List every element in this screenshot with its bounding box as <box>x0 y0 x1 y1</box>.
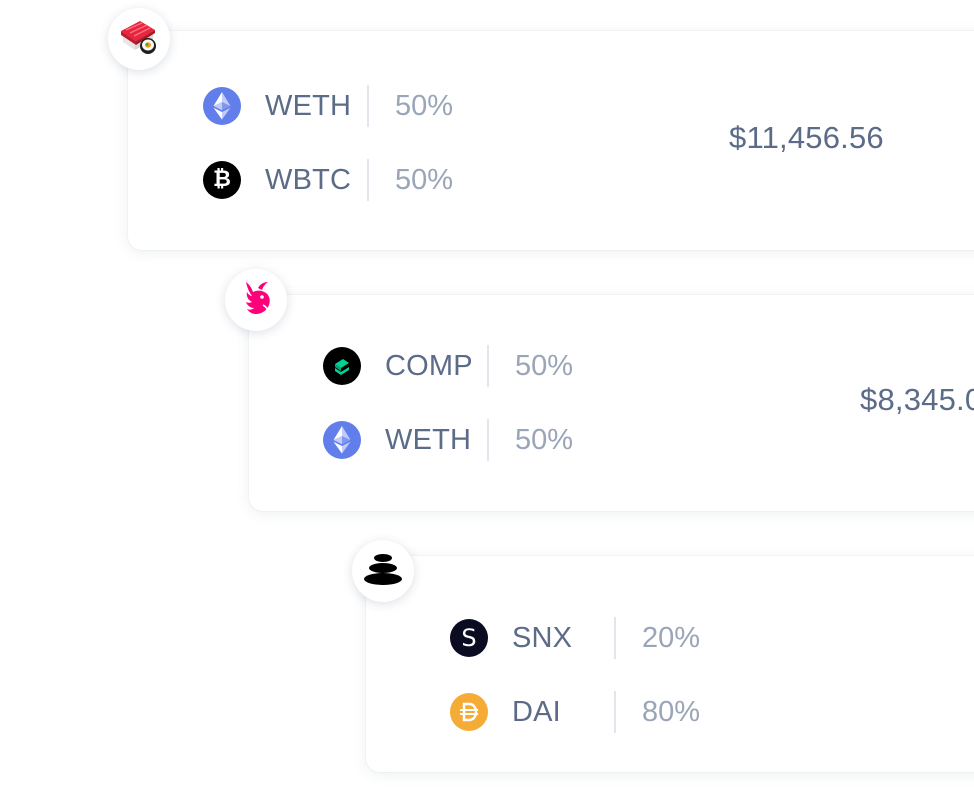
token-row: COMP 50% <box>323 344 573 388</box>
token-weight: 50% <box>395 89 454 122</box>
token-weight: 50% <box>395 163 454 196</box>
divider <box>367 159 369 201</box>
sushi-icon <box>117 17 161 62</box>
token-weight: 50% <box>515 349 574 382</box>
divider <box>367 85 369 127</box>
token-symbol: DAI <box>512 695 561 728</box>
divider <box>487 419 489 461</box>
token-weight: 50% <box>515 423 574 456</box>
divider <box>614 691 616 733</box>
divider <box>487 345 489 387</box>
token-weight: 20% <box>642 621 701 654</box>
platform-badge-balancer <box>352 540 414 602</box>
bitcoin-icon: ₿ <box>203 161 241 199</box>
synthetix-icon: S <box>450 619 488 657</box>
eth-icon <box>203 87 241 125</box>
uniswap-unicorn-icon <box>237 278 275 323</box>
token-row: S SNX 20% <box>450 616 700 660</box>
pool-list: WETH 50% ₿ WBTC 50% $11,456.56 COMP 50% … <box>0 0 974 795</box>
token-weight: 80% <box>642 695 701 728</box>
token-row: ₿ WBTC 50% <box>203 158 453 202</box>
token-symbol: WETH <box>265 89 352 122</box>
token-symbol: SNX <box>512 621 573 654</box>
token-row: DAI 80% <box>450 690 700 734</box>
platform-badge-uniswap <box>225 269 287 331</box>
balancer-icon <box>363 552 403 591</box>
pool-total-value: $11,456.56 <box>729 120 884 155</box>
compound-icon <box>323 347 361 385</box>
divider <box>614 617 616 659</box>
pool-card-balancer[interactable] <box>366 556 974 772</box>
eth-icon <box>323 421 361 459</box>
token-symbol: WBTC <box>265 163 352 196</box>
pool-total-value: $8,345.0 <box>860 382 974 417</box>
token-row: WETH 50% <box>323 418 573 462</box>
dai-icon <box>450 693 488 731</box>
token-symbol: WETH <box>385 423 472 456</box>
token-row: WETH 50% <box>203 84 453 128</box>
platform-badge-sushi <box>108 8 170 70</box>
token-symbol: COMP <box>385 349 473 382</box>
